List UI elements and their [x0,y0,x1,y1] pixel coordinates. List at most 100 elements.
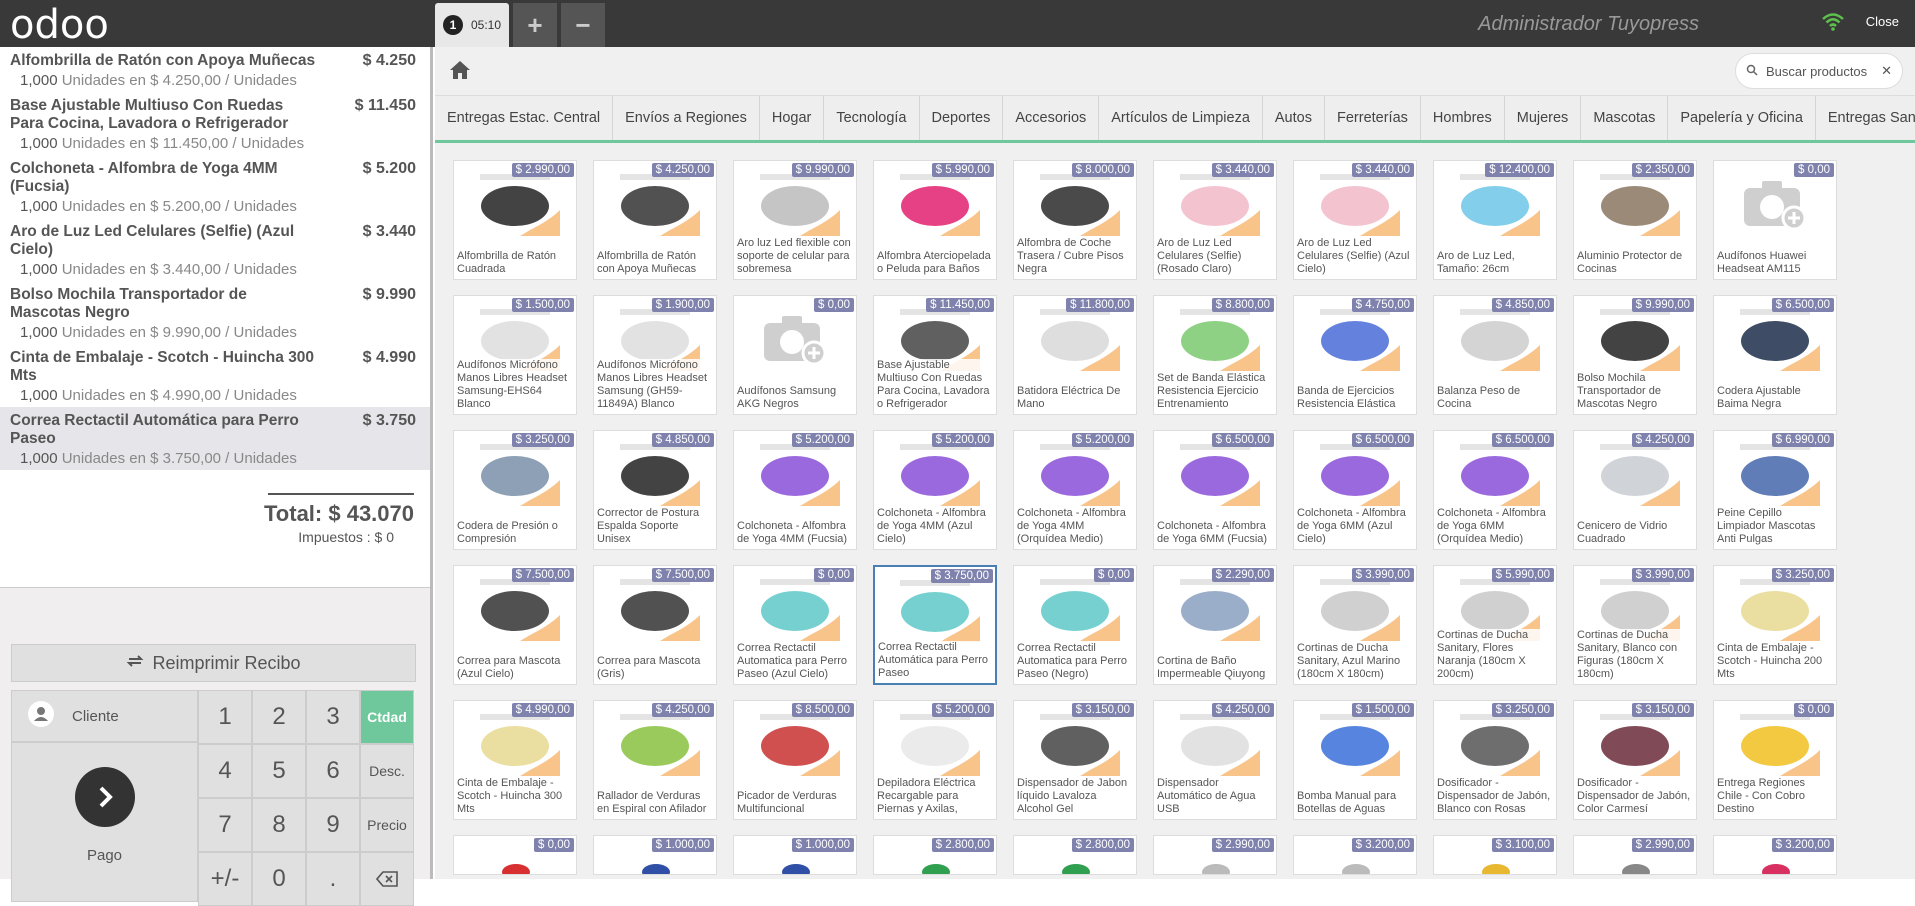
product-card[interactable]: $ 3.750,00 Correa Rectactil Automática pa… [873,565,997,685]
product-card[interactable]: $ 1.900,00 Audífonos Micrófono Manos Libr… [593,295,717,415]
product-card[interactable]: $ 11.450,00 Base Ajustable Multiuso Con R… [873,295,997,415]
category-button[interactable]: Autos [1263,96,1325,140]
product-card[interactable]: $ 6.990,00 Peine Cepillo Limpiador Mascot… [1713,430,1837,550]
category-button[interactable]: Envíos a Regiones [613,96,760,140]
product-card[interactable]: $ 9.990,00 Aro luz Led flexible con sopor… [733,160,857,280]
product-card[interactable]: $ 3.200,00 [1293,835,1417,875]
numpad-key[interactable]: 6 [306,744,360,798]
mode-button-ctdad[interactable]: Ctdad [360,690,414,744]
product-card[interactable]: $ 8.500,00 Picador de Verduras Multifunci… [733,700,857,820]
product-card[interactable]: $ 3.150,00 Dosificador - Dispensador de J… [1573,700,1697,820]
product-card[interactable]: $ 3.990,00 Cortinas de Ducha Sanitary, Bl… [1573,565,1697,685]
new-order-button[interactable]: + [513,3,557,47]
backspace-icon[interactable] [360,852,414,906]
product-card[interactable]: $ 4.990,00 Cinta de Embalaje - Scotch - H… [453,700,577,820]
numpad-key[interactable]: 5 [252,744,306,798]
product-card[interactable]: $ 8.800,00 Set de Banda Elástica Resisten… [1153,295,1277,415]
product-card[interactable]: $ 0,00 Audífonos Huawei Headseat AM115 [1713,160,1837,280]
delete-order-button[interactable]: − [561,3,605,47]
mode-button-precio[interactable]: Precio [360,798,414,852]
product-card[interactable]: $ 4.250,00 Rallador de Verduras en Espira… [593,700,717,820]
category-button[interactable]: Mujeres [1505,96,1582,140]
product-card[interactable]: $ 2.990,00 [1153,835,1277,875]
reprint-receipt-button[interactable]: Reimprimir Recibo [11,644,416,682]
numpad-key[interactable]: 7 [198,798,252,852]
clear-search-icon[interactable]: ✕ [1881,63,1892,79]
category-button[interactable]: Hombres [1421,96,1505,140]
product-card[interactable]: $ 6.500,00 Colchoneta - Alfombra de Yoga … [1153,430,1277,550]
product-card[interactable]: $ 4.850,00 Balanza Peso de Cocina [1433,295,1557,415]
category-button[interactable]: Hogar [760,96,825,140]
numpad-key[interactable]: 9 [306,798,360,852]
product-card[interactable]: $ 0,00 Audífonos Samsung AKG Negros [733,295,857,415]
product-card[interactable]: $ 3.990,00 Cortinas de Ducha Sanitary, Az… [1293,565,1417,685]
product-card[interactable]: $ 5.200,00 Depiladora Eléctrica Recargabl… [873,700,997,820]
order-line[interactable]: Aro de Luz Led Celulares (Selfie) (Azul … [0,218,430,281]
product-card[interactable]: $ 4.850,00 Corrector de Postura Espalda S… [593,430,717,550]
product-card[interactable]: $ 0,00 Correa Rectactil Automatica para P… [733,565,857,685]
product-card[interactable]: $ 7.500,00 Correa para Mascota (Azul Ciel… [453,565,577,685]
numpad-key[interactable]: 4 [198,744,252,798]
product-card[interactable]: $ 4.250,00 Dispensador Automático de Agua… [1153,700,1277,820]
order-tab[interactable]: 1 05:10 [435,3,509,47]
numpad-key[interactable]: 8 [252,798,306,852]
numpad-key[interactable]: 1 [198,690,252,744]
category-button[interactable]: Entregas San Miguel [1816,96,1915,140]
product-card[interactable]: $ 0,00 Entrega Regiones Chile - Con Cobro… [1713,700,1837,820]
category-button[interactable]: Ferreterías [1325,96,1421,140]
product-card[interactable]: $ 9.990,00 Bolso Mochila Transportador de… [1573,295,1697,415]
numpad-key[interactable]: +/- [198,852,252,906]
product-card[interactable]: $ 2.800,00 [873,835,997,875]
category-button[interactable]: Tecnología [824,96,920,140]
category-button[interactable]: Entregas Estac. Central [435,96,614,140]
order-line[interactable]: Base Ajustable Multiuso Con Ruedas Para … [0,92,430,155]
numpad-key[interactable]: 2 [252,690,306,744]
product-card[interactable]: $ 1.500,00 Bomba Manual para Botellas de … [1293,700,1417,820]
product-card[interactable]: $ 2.290,00 Cortina de Baño Impermeable Qi… [1153,565,1277,685]
product-card[interactable]: $ 0,00 [453,835,577,875]
customer-button[interactable]: Cliente [11,690,198,742]
product-card[interactable]: $ 5.990,00 Cortinas de Ducha Sanitary, Fl… [1433,565,1557,685]
product-card[interactable]: $ 3.440,00 Aro de Luz Led Celulares (Self… [1153,160,1277,280]
product-card[interactable]: $ 0,00 Correa Rectactil Automatica para P… [1013,565,1137,685]
product-card[interactable]: $ 2.990,00 [1573,835,1697,875]
numpad-key[interactable]: . [306,852,360,906]
search-box[interactable]: Buscar productos ✕ [1735,53,1903,89]
order-line[interactable]: Alfombrilla de Ratón con Apoya Muñecas $ … [0,47,430,92]
product-card[interactable]: $ 1.000,00 [733,835,857,875]
product-card[interactable]: $ 3.100,00 [1433,835,1557,875]
order-line[interactable]: Cinta de Embalaje - Scotch - Huincha 300… [0,344,430,407]
product-card[interactable]: $ 1.500,00 Audífonos Micrófono Manos Libr… [453,295,577,415]
category-button[interactable]: Accesorios [1003,96,1100,140]
product-card[interactable]: $ 3.440,00 Aro de Luz Led Celulares (Self… [1293,160,1417,280]
product-card[interactable]: $ 3.200,00 [1713,835,1837,875]
product-card[interactable]: $ 5.990,00 Alfombra Aterciopelada o Pelud… [873,160,997,280]
product-card[interactable]: $ 5.200,00 Colchoneta - Alfombra de Yoga … [873,430,997,550]
home-icon[interactable] [449,60,471,85]
category-button[interactable]: Deportes [920,96,1004,140]
product-card[interactable]: $ 6.500,00 Codera Ajustable Baima Negra [1713,295,1837,415]
product-card[interactable]: $ 4.250,00 Alfombrilla de Ratón con Apoya… [593,160,717,280]
product-card[interactable]: $ 2.350,00 Aluminio Protector de Cocinas [1573,160,1697,280]
category-button[interactable]: Artículos de Limpieza [1099,96,1263,140]
category-button[interactable]: Papelería y Oficina [1668,96,1816,140]
product-card[interactable]: $ 1.000,00 [593,835,717,875]
payment-button[interactable]: Pago [11,742,198,902]
numpad-key[interactable]: 3 [306,690,360,744]
product-card[interactable]: $ 3.250,00 Codera de Presión o Compresión [453,430,577,550]
product-card[interactable]: $ 2.800,00 [1013,835,1137,875]
product-card[interactable]: $ 11.800,00 Batidora Eléctrica De Mano [1013,295,1137,415]
order-line[interactable]: Bolso Mochila Transportador de Mascotas … [0,281,430,344]
order-line[interactable]: Correa Rectactil Automática para Perro P… [0,407,430,470]
numpad-key[interactable]: 0 [252,852,306,906]
product-card[interactable]: $ 6.500,00 Colchoneta - Alfombra de Yoga … [1433,430,1557,550]
order-line[interactable]: Colchoneta - Alfombra de Yoga 4MM (Fucsi… [0,155,430,218]
category-button[interactable]: Mascotas [1581,96,1669,140]
search-input[interactable]: Buscar productos [1766,64,1867,79]
mode-button-desc[interactable]: Desc. [360,744,414,798]
close-button[interactable]: Close [1866,14,1899,29]
product-card[interactable]: $ 3.250,00 Dosificador - Dispensador de J… [1433,700,1557,820]
product-card[interactable]: $ 2.990,00 Alfombrilla de Ratón Cuadrada [453,160,577,280]
product-card[interactable]: $ 4.250,00 Cenicero de Vidrio Cuadrado [1573,430,1697,550]
product-card[interactable]: $ 8.000,00 Alfombra de Coche Trasera / Cu… [1013,160,1137,280]
